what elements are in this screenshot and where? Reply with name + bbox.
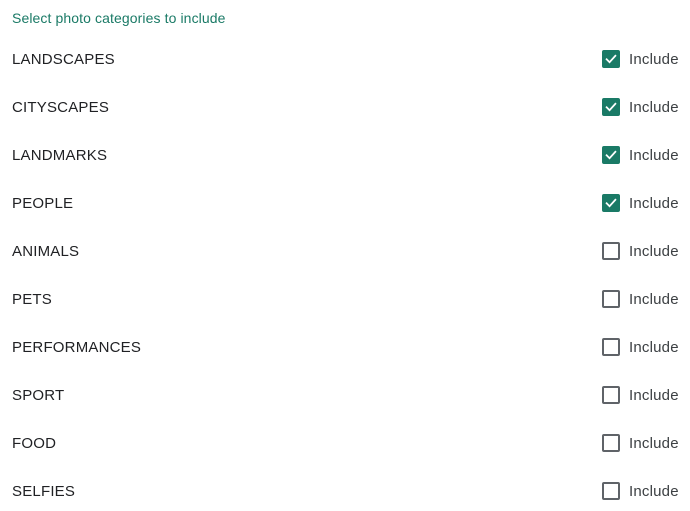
page-title: Select photo categories to include — [12, 10, 226, 26]
category-label: SPORT — [12, 386, 65, 404]
include-label[interactable]: Include — [629, 435, 679, 452]
include-label[interactable]: Include — [629, 291, 679, 308]
category-label: CITYSCAPES — [12, 98, 110, 116]
category-row-landscapes: LANDSCAPES Include — [0, 35, 690, 83]
include-label[interactable]: Include — [629, 195, 679, 212]
category-label: PERFORMANCES — [12, 338, 142, 356]
include-checkbox-cityscapes[interactable]: Include — [602, 98, 679, 116]
checkbox-checked-icon[interactable] — [602, 50, 620, 68]
category-row-people: PEOPLE Include — [0, 179, 690, 227]
checkbox-checked-icon[interactable] — [602, 146, 620, 164]
include-label[interactable]: Include — [629, 243, 679, 260]
category-row-food: FOOD Include — [0, 419, 690, 467]
include-checkbox-performances[interactable]: Include — [602, 338, 679, 356]
include-label[interactable]: Include — [629, 147, 679, 164]
category-label: ANIMALS — [12, 242, 80, 260]
include-checkbox-landscapes[interactable]: Include — [602, 50, 679, 68]
include-label[interactable]: Include — [629, 387, 679, 404]
category-row-animals: ANIMALS Include — [0, 227, 690, 275]
category-label: PEOPLE — [12, 194, 74, 212]
category-label: SELFIES — [12, 482, 76, 500]
category-row-landmarks: LANDMARKS Include — [0, 131, 690, 179]
include-label[interactable]: Include — [629, 339, 679, 356]
category-selection-panel: Select photo categories to include LANDS… — [0, 0, 690, 511]
category-row-performances: PERFORMANCES Include — [0, 323, 690, 371]
category-row-cityscapes: CITYSCAPES Include — [0, 83, 690, 131]
checkbox-unchecked-icon[interactable] — [602, 434, 620, 452]
checkbox-checked-icon[interactable] — [602, 98, 620, 116]
include-checkbox-selfies[interactable]: Include — [602, 482, 679, 500]
category-label: LANDMARKS — [12, 146, 108, 164]
include-checkbox-animals[interactable]: Include — [602, 242, 679, 260]
category-label: FOOD — [12, 434, 57, 452]
include-checkbox-landmarks[interactable]: Include — [602, 146, 679, 164]
category-row-pets: PETS Include — [0, 275, 690, 323]
include-label[interactable]: Include — [629, 51, 679, 68]
include-checkbox-pets[interactable]: Include — [602, 290, 679, 308]
category-list: LANDSCAPES Include CITYSCAPES Include LA… — [0, 35, 690, 511]
checkbox-unchecked-icon[interactable] — [602, 290, 620, 308]
checkbox-unchecked-icon[interactable] — [602, 482, 620, 500]
category-label: PETS — [12, 290, 52, 308]
category-row-selfies: SELFIES Include — [0, 467, 690, 511]
include-label[interactable]: Include — [629, 483, 679, 500]
include-checkbox-food[interactable]: Include — [602, 434, 679, 452]
include-checkbox-people[interactable]: Include — [602, 194, 679, 212]
include-label[interactable]: Include — [629, 99, 679, 116]
category-label: LANDSCAPES — [12, 50, 115, 68]
checkbox-unchecked-icon[interactable] — [602, 338, 620, 356]
checkbox-unchecked-icon[interactable] — [602, 242, 620, 260]
category-row-sport: SPORT Include — [0, 371, 690, 419]
checkbox-unchecked-icon[interactable] — [602, 386, 620, 404]
checkbox-checked-icon[interactable] — [602, 194, 620, 212]
include-checkbox-sport[interactable]: Include — [602, 386, 679, 404]
